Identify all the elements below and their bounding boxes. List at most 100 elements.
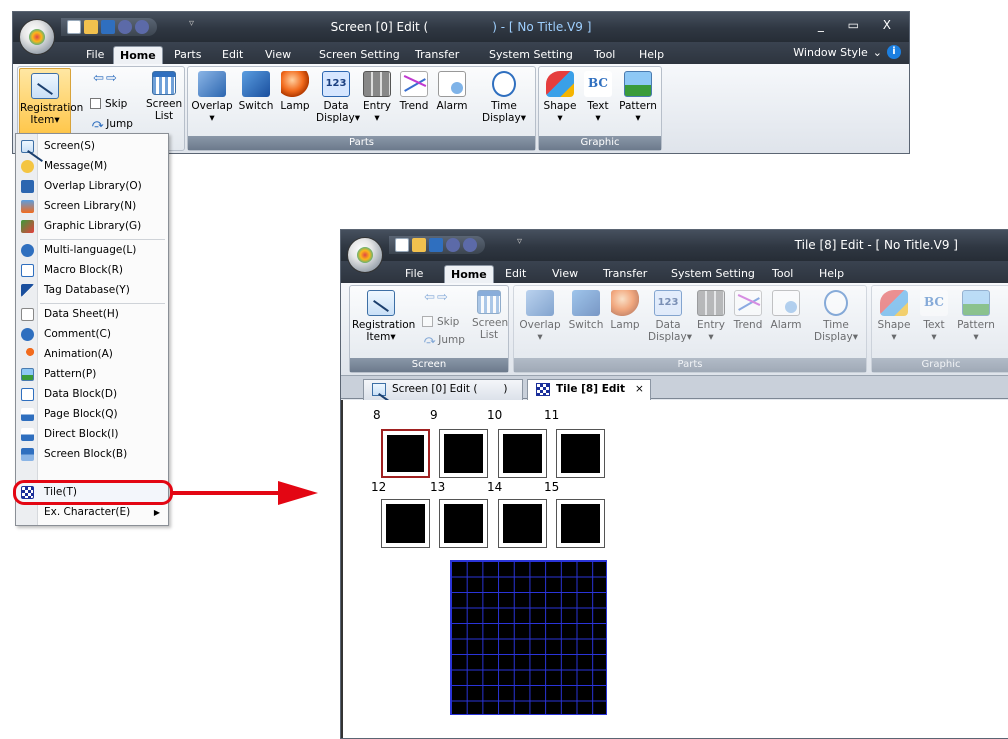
pattern-button[interactable]: Pattern ▾ [617,71,659,124]
tab-help[interactable]: Help [633,46,670,64]
menu-item-ex-character[interactable]: Ex. Character(E) ▶ [16,503,168,522]
registration-item-icon [367,290,395,316]
tab-tool[interactable]: Tool [588,46,621,64]
menu-item-screen[interactable]: Screen(S) [16,137,168,156]
trend-button-2[interactable]: Trend [730,290,766,331]
switch-button-2[interactable]: Switch [566,290,606,331]
tab-view[interactable]: View [259,46,297,64]
tab-help[interactable]: Help [813,265,850,283]
open-folder-icon[interactable] [412,238,426,252]
tab-system-setting[interactable]: System Setting [665,265,761,283]
tile-cell-8[interactable] [381,429,430,478]
tab-file[interactable]: File [80,46,110,64]
tab-tool[interactable]: Tool [766,265,799,283]
tab-edit[interactable]: Edit [499,265,532,283]
close-icon[interactable]: × [635,383,644,395]
jump-button[interactable]: ⤼ Jump [92,118,133,130]
tab-home[interactable]: Home [444,265,494,283]
entry-button-2[interactable]: Entry ▾ [694,290,728,343]
data-display-button-2[interactable]: 123 Data Display▾ [648,290,692,343]
overlap-button[interactable]: Overlap ▾ [190,71,234,124]
menu-item-page-block[interactable]: Page Block(Q) [16,405,168,424]
menu-item-comment[interactable]: Comment(C) [16,325,168,344]
menu-item-pattern[interactable]: Pattern(P) [16,365,168,384]
tab-parts[interactable]: Parts [168,46,207,64]
qat-dropdown-icon[interactable]: ▿ [517,236,522,247]
tile-cell-15[interactable] [556,499,605,548]
lamp-button-2[interactable]: Lamp [608,290,642,331]
time-display-button[interactable]: Time Display▾ [478,71,530,124]
text-button-2[interactable]: BC Text ▾ [916,290,952,343]
trend-button[interactable]: Trend [396,71,432,112]
tile-cell-12[interactable] [381,499,430,548]
registration-item-button[interactable]: Registration Item▾ [19,68,83,140]
skip-check-icon[interactable] [90,98,101,109]
menu-item-data-block[interactable]: Data Block(D) [16,385,168,404]
text-button[interactable]: BC Text ▾ [581,71,615,124]
pattern-button-2[interactable]: Pattern ▾ [954,290,998,343]
menu-item-graphic-library[interactable]: Graphic Library(G) [16,217,168,236]
overlap-button-2[interactable]: Overlap ▾ [518,290,562,343]
registration-item-button-2[interactable]: Registration Item▾ [352,290,415,343]
tab-view[interactable]: View [546,265,584,283]
tab-file[interactable]: File [399,265,429,283]
help-icon[interactable]: i [887,45,901,59]
prev-next-arrows[interactable]: ⇦⇨ [89,71,129,87]
menu-item-screen-block[interactable]: Screen Block(B) [16,445,168,464]
tab-screen-setting[interactable]: Screen Setting [313,46,406,64]
menu-item-macro-block[interactable]: Macro Block(R) [16,261,168,280]
skip-check-icon[interactable] [422,316,433,327]
skip-checkbox-2[interactable]: Skip [422,316,459,328]
menu-item-overlap-library[interactable]: Overlap Library(O) [16,177,168,196]
app-menu-orb-icon[interactable] [347,237,383,273]
tile-cell-10[interactable] [498,429,547,478]
jump-button-2[interactable]: ⤼ Jump [424,334,465,346]
tab-transfer[interactable]: Transfer [409,46,465,64]
pattern-menu-icon [21,368,34,381]
prev-next-arrows-2[interactable]: ⇦⇨ [420,290,460,306]
app-menu-orb-icon[interactable] [19,19,55,55]
undo-icon[interactable] [446,238,460,252]
overlap-icon [198,71,226,97]
data-block-icon [21,388,34,401]
shape-button-2[interactable]: Shape ▾ [874,290,914,343]
new-file-icon[interactable] [395,238,409,252]
title-bar: ▿ Screen [0] Edit () - [ No Title.V9 ] _… [13,12,909,42]
data-display-button[interactable]: 123 Data Display▾ [316,71,360,124]
skip-checkbox[interactable]: Skip [90,98,127,110]
menu-item-multi-language[interactable]: Multi-language(L) [16,241,168,260]
screen-list-button-2[interactable]: Screen List [472,290,508,341]
tile-edit-canvas[interactable]: 8 9 10 11 12 13 14 15 [341,400,1008,738]
window-controls[interactable]: _ ▭ X [818,18,901,32]
entry-button[interactable]: Entry ▾ [360,71,394,124]
tile-cell-14[interactable] [498,499,547,548]
tile-cell-11[interactable] [556,429,605,478]
tab-home[interactable]: Home [113,46,163,64]
window-style-menu[interactable]: Window Style ⌄ i [793,45,901,59]
tab-transfer[interactable]: Transfer [597,265,653,283]
save-icon[interactable] [429,238,443,252]
menu-item-message[interactable]: Message(M) [16,157,168,176]
time-display-button-2[interactable]: Time Display▾ [810,290,862,343]
alarm-button[interactable]: Alarm [434,71,470,112]
tab-system-setting[interactable]: System Setting [483,46,579,64]
lamp-button[interactable]: Lamp [278,71,312,112]
menu-item-screen-library[interactable]: Screen Library(N) [16,197,168,216]
tab-screen-0-edit[interactable]: Screen [0] Edit () [363,379,523,400]
redo-icon[interactable] [463,238,477,252]
screen-list-button[interactable]: Screen List [146,71,182,122]
tab-tile-8-edit[interactable]: Tile [8] Edit × [527,379,651,401]
callout-arrow [172,491,280,495]
shape-button[interactable]: Shape ▾ [541,71,579,124]
menu-item-tag-database[interactable]: Tag Database(Y) [16,281,168,300]
menu-item-data-sheet[interactable]: Data Sheet(H) [16,305,168,324]
switch-button[interactable]: Switch [236,71,276,112]
tile-cell-13[interactable] [439,499,488,548]
menu-item-direct-block[interactable]: Direct Block(I) [16,425,168,444]
alarm-button-2[interactable]: Alarm [768,290,804,331]
tab-edit[interactable]: Edit [216,46,249,64]
menu-item-animation[interactable]: Animation(A) [16,345,168,364]
tile-cell-9[interactable] [439,429,488,478]
tile-pixel-grid[interactable] [450,560,607,715]
entry-icon [697,290,725,316]
